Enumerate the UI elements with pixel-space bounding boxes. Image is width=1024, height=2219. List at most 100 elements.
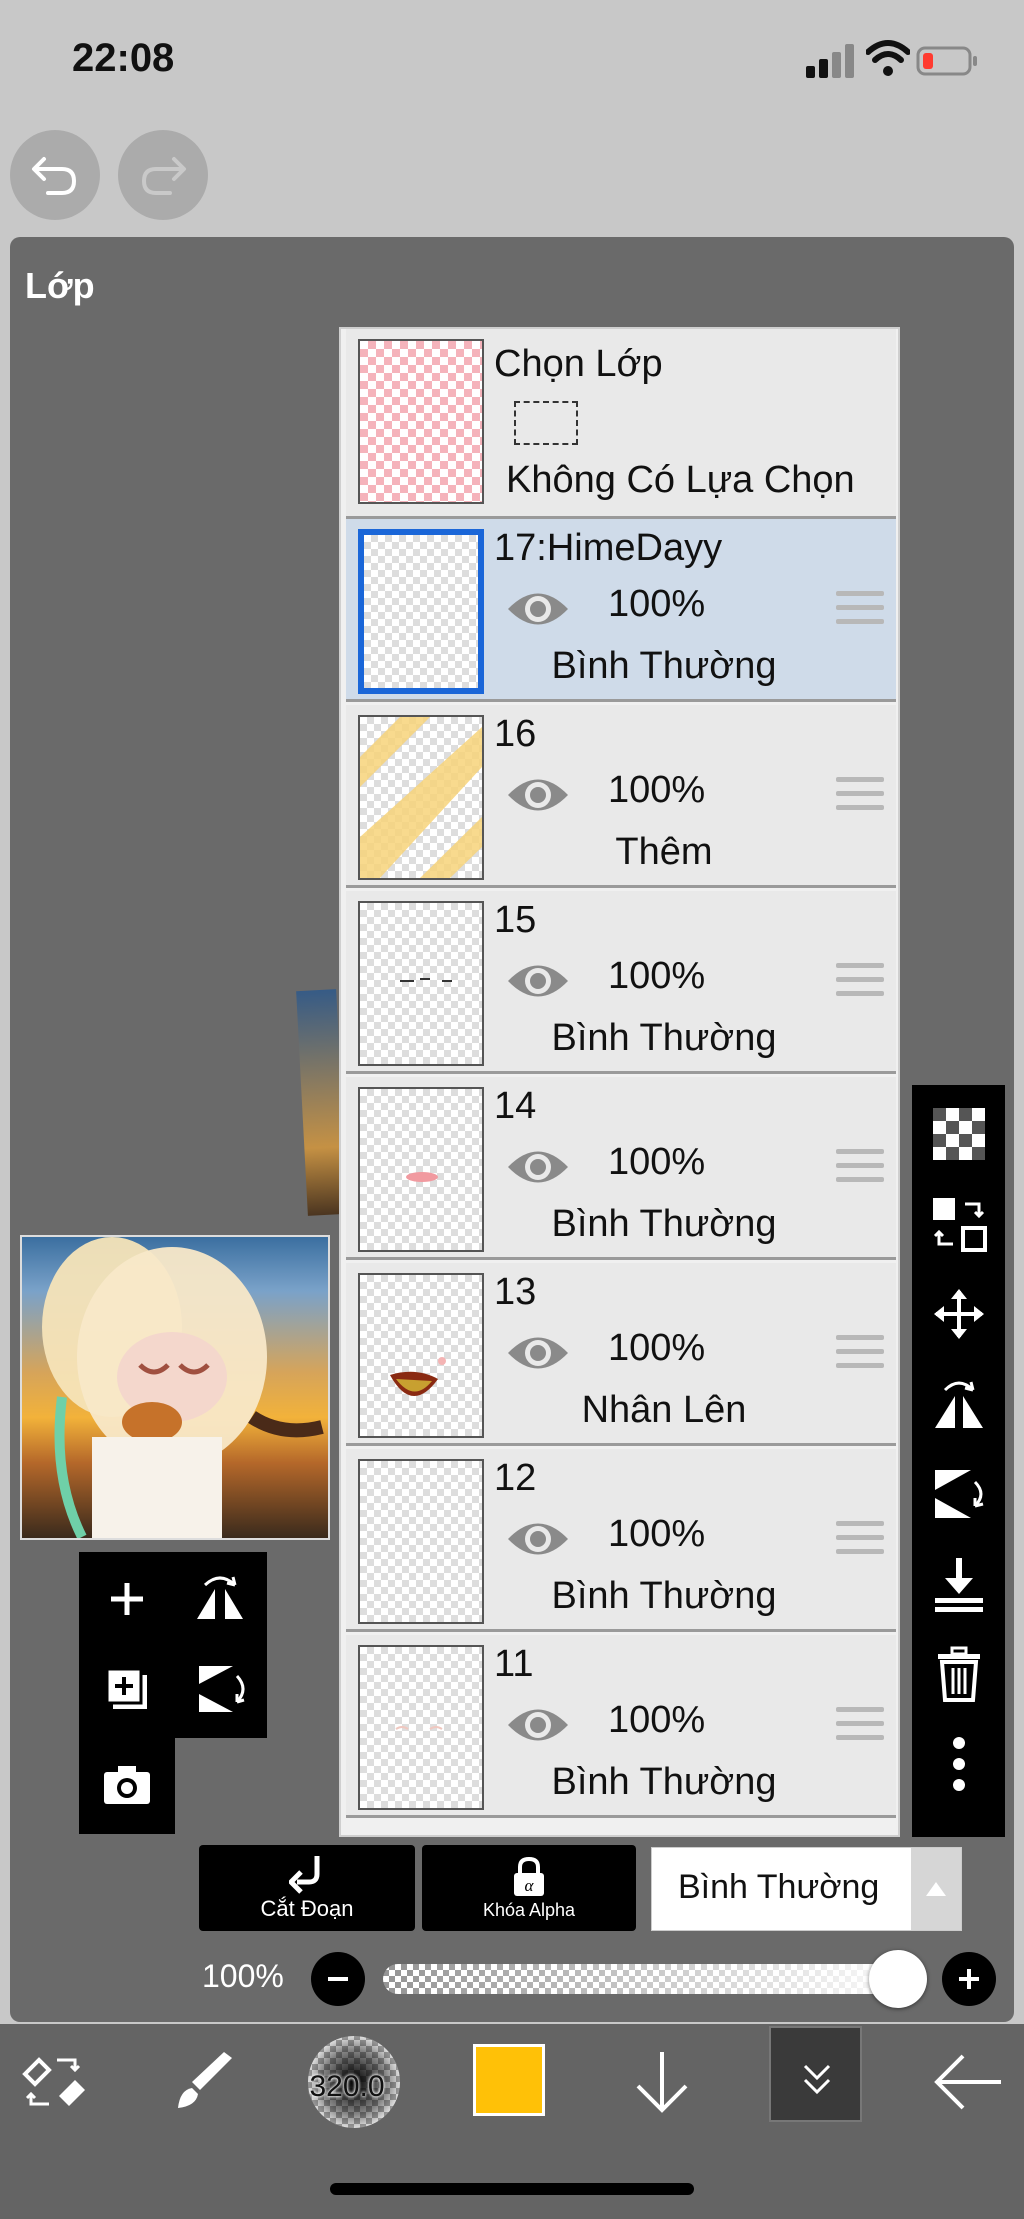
status-time: 22:08 [72,36,175,80]
layer-13-thumb-art [390,1357,446,1397]
clipping-label: Cắt Đoạn [260,1896,354,1921]
opacity-decrease-button[interactable] [311,1952,365,2006]
visibility-eye-icon[interactable] [506,1144,570,1190]
blend-mode-value: Bình Thường [678,1868,880,1906]
tool-switch-button[interactable] [14,2034,94,2130]
layer-name: 11 [494,1643,534,1685]
checkerboard-icon [932,1108,985,1160]
layer-thumbnail [358,1087,484,1252]
layer-opacity: 100% [608,1513,706,1555]
double-chevron-down-icon [803,2064,831,2095]
layer-row[interactable]: 17:HimeDayy 100% Bình Thường [346,519,896,702]
arrow-left-icon [934,2054,1001,2110]
layer-blend-mode: Nhân Lên [581,1389,747,1431]
drag-handle-icon[interactable] [836,1707,884,1747]
layer-opacity: 100% [608,769,706,811]
visibility-eye-icon[interactable] [506,1516,570,1562]
cell-signal-icon [806,44,854,78]
flip-vertical-icon [199,1666,245,1712]
visibility-eye-icon[interactable] [506,958,570,1004]
layer-list[interactable]: Chọn Lớp Không Có Lựa Chọn 17:HimeDayy 1… [339,327,900,1837]
layer-15-thumb-art [400,978,452,982]
layer-thumbnail [358,529,484,694]
merge-down-button[interactable] [912,1539,1005,1629]
visibility-eye-icon[interactable] [506,586,570,632]
color-swatch[interactable] [473,2044,545,2116]
layer-name: 12 [494,1457,537,1499]
opacity-slider[interactable] [383,1964,923,1994]
home-indicator [330,2183,694,2195]
selection-marquee-icon [514,401,578,445]
canvas-preview[interactable] [20,1235,330,1540]
drag-handle-icon[interactable] [836,963,884,1003]
transparent-fill-button[interactable] [912,1089,1005,1179]
flip-layer-horizontal-button[interactable] [912,1359,1005,1449]
layer-row[interactable]: 11 100% Bình Thường [346,1635,896,1818]
layer-down-button[interactable] [622,2034,702,2130]
clipping-button[interactable]: Cắt Đoạn [199,1845,415,1931]
drag-handle-icon[interactable] [836,591,884,631]
layer-blend-mode: Bình Thường [551,645,777,687]
layer-blend-mode: Bình Thường [551,1203,777,1245]
plus-icon [111,1583,143,1615]
layer-menu-button[interactable] [769,2026,862,2122]
layer-blend-mode: Thêm [615,831,713,873]
opacity-increase-button[interactable] [942,1952,996,2006]
delete-layer-button[interactable] [912,1629,1005,1719]
transform-eraser-icon [22,2057,85,2106]
flip-vertical-button[interactable] [177,1646,263,1732]
layer-row[interactable]: 15 100% Bình Thường [346,891,896,1074]
layer-opacity: 100% [608,955,706,997]
swap-layer-icon [932,1198,987,1252]
layer-name: 14 [494,1085,537,1127]
layer-row[interactable]: 13 100% Nhân Lên [346,1263,896,1446]
duplicate-layer-icon [105,1667,147,1709]
layer-row[interactable]: 14 100% Bình Thường [346,1077,896,1260]
alpha-lock-button[interactable]: α Khóa Alpha [422,1845,636,1931]
opacity-slider-thumb[interactable] [869,1950,927,2008]
layer-opacity: 100% [608,583,706,625]
lock-icon: α [514,1856,544,1896]
brush-tool-button[interactable] [164,2034,244,2130]
add-layer-button[interactable] [84,1556,170,1642]
layer-14-thumb-art [406,1172,438,1182]
clip-arrow-icon [289,1856,320,1894]
flip-layer-vertical-button[interactable] [912,1449,1005,1539]
duplicate-layer-button[interactable] [84,1646,170,1732]
blend-mode-select[interactable]: Bình Thường [651,1847,962,1931]
redo-button[interactable] [118,130,208,220]
layer-blend-mode: Bình Thường [551,1761,777,1803]
layer-name: 13 [494,1271,537,1313]
visibility-eye-icon[interactable] [506,1702,570,1748]
selection-layer-title: Chọn Lớp [494,343,663,385]
back-button[interactable] [928,2034,1008,2130]
brush-icon [178,2052,232,2108]
visibility-eye-icon[interactable] [506,1330,570,1376]
more-vertical-icon [952,1737,965,1791]
import-photo-button[interactable] [84,1742,170,1828]
more-options-button[interactable] [912,1719,1005,1809]
flip-horizontal-button[interactable] [177,1556,263,1642]
layer-name: 17:HimeDayy [494,527,723,569]
undo-button[interactable] [10,130,100,220]
drag-handle-icon[interactable] [836,777,884,817]
flip-horizontal-icon [934,1381,983,1428]
selection-layer-row[interactable]: Chọn Lớp Không Có Lựa Chọn [346,329,896,519]
blend-mode-arrow[interactable] [911,1848,961,1930]
drag-handle-icon[interactable] [836,1521,884,1561]
drag-handle-icon[interactable] [836,1335,884,1375]
merge-down-icon [934,1558,983,1612]
canvas-artwork [42,1237,324,1538]
flip-horizontal-icon [197,1576,243,1619]
minus-icon [328,1977,348,1981]
layer-name: 15 [494,899,537,941]
drag-handle-icon[interactable] [836,1149,884,1189]
layer-row[interactable]: 16 100% Thêm [346,705,896,888]
plus-icon [959,1969,979,1989]
swap-layer-button[interactable] [912,1179,1005,1269]
visibility-eye-icon[interactable] [506,772,570,818]
panel-title: Lớp [25,265,95,306]
layer-row[interactable]: 12 100% Bình Thường [346,1449,896,1632]
flip-vertical-icon [934,1470,983,1518]
move-button[interactable] [912,1269,1005,1359]
